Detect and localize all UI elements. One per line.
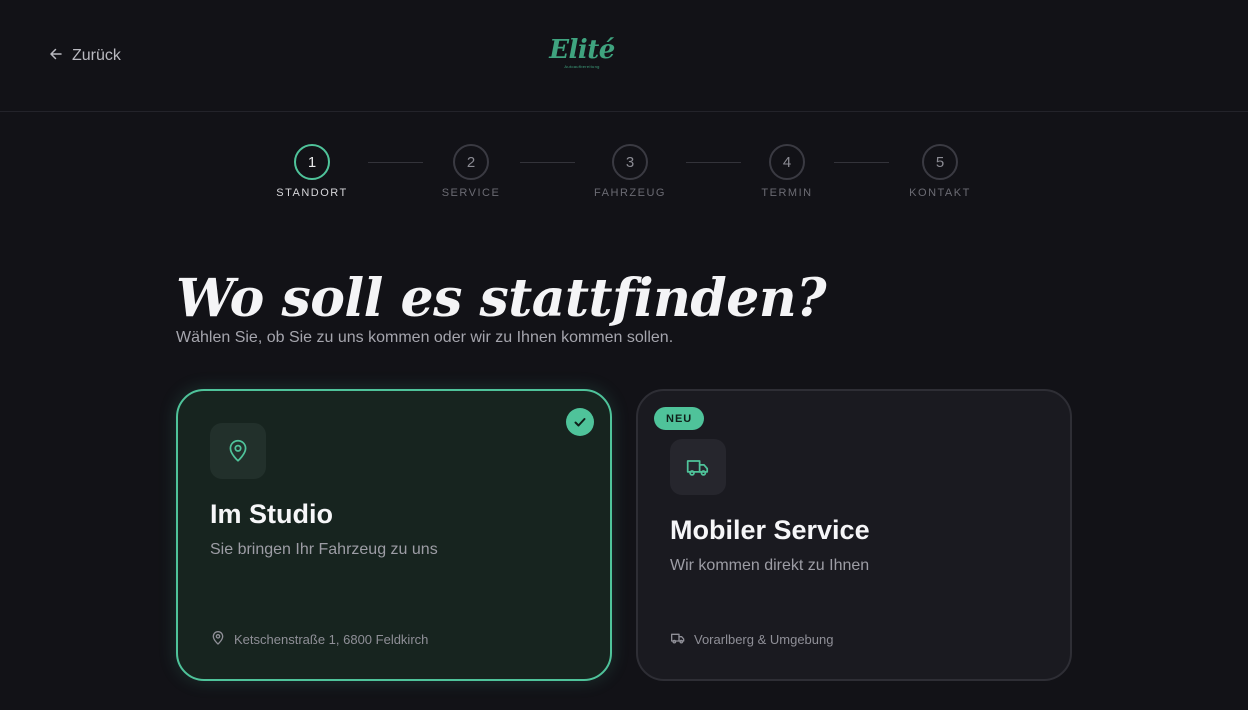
truck-icon	[670, 630, 686, 649]
step-connector	[686, 162, 741, 163]
top-header: Zurück Elité Autoaufbereitung	[0, 0, 1248, 112]
page-title: Wo soll es stattfinden?	[176, 268, 827, 329]
step-number: 2	[453, 144, 489, 180]
step-standort[interactable]: 1 STANDORT	[262, 144, 362, 199]
step-label: TERMIN	[761, 187, 813, 199]
option-card-mobile[interactable]: NEU Mobiler Service Wir kommen direkt zu…	[636, 389, 1072, 681]
step-number: 4	[769, 144, 805, 180]
option-footer: Vorarlberg & Umgebung	[670, 630, 833, 649]
option-title: Mobiler Service	[670, 515, 870, 545]
option-footer-text: Vorarlberg & Umgebung	[694, 632, 834, 647]
arrow-left-icon	[48, 46, 64, 67]
map-pin-icon	[210, 630, 226, 649]
check-icon	[566, 408, 594, 436]
option-title: Im Studio	[210, 499, 333, 529]
step-number: 5	[922, 144, 958, 180]
new-badge: NEU	[654, 407, 705, 430]
step-connector	[520, 162, 575, 163]
option-description: Sie bringen Ihr Fahrzeug zu uns	[210, 541, 438, 558]
map-pin-icon	[210, 423, 266, 479]
option-card-studio[interactable]: Im Studio Sie bringen Ihr Fahrzeug zu un…	[176, 389, 612, 681]
option-description: Wir kommen direkt zu Ihnen	[670, 557, 870, 574]
step-kontakt[interactable]: 5 KONTAKT	[890, 144, 990, 199]
step-connector	[834, 162, 889, 163]
page-subtitle: Wählen Sie, ob Sie zu uns kommen oder wi…	[176, 329, 674, 346]
logo-wordmark: Elité	[549, 35, 615, 65]
step-termin[interactable]: 4 TERMIN	[737, 144, 837, 199]
brand-logo[interactable]: Elité Autoaufbereitung	[540, 36, 624, 76]
step-label: FAHRZEUG	[594, 187, 666, 199]
step-label: KONTAKT	[909, 187, 971, 199]
step-label: STANDORT	[276, 187, 348, 199]
step-service[interactable]: 2 SERVICE	[421, 144, 521, 199]
truck-icon	[670, 439, 726, 495]
step-connector	[368, 162, 423, 163]
option-footer: Ketschenstraße 1, 6800 Feldkirch	[210, 630, 428, 649]
step-label: SERVICE	[441, 187, 501, 199]
back-label: Zurück	[72, 47, 121, 64]
step-fahrzeug[interactable]: 3 FAHRZEUG	[580, 144, 680, 199]
step-number: 1	[294, 144, 330, 180]
step-number: 3	[612, 144, 648, 180]
option-footer-text: Ketschenstraße 1, 6800 Feldkirch	[234, 632, 429, 647]
back-button[interactable]: Zurück	[48, 45, 121, 67]
